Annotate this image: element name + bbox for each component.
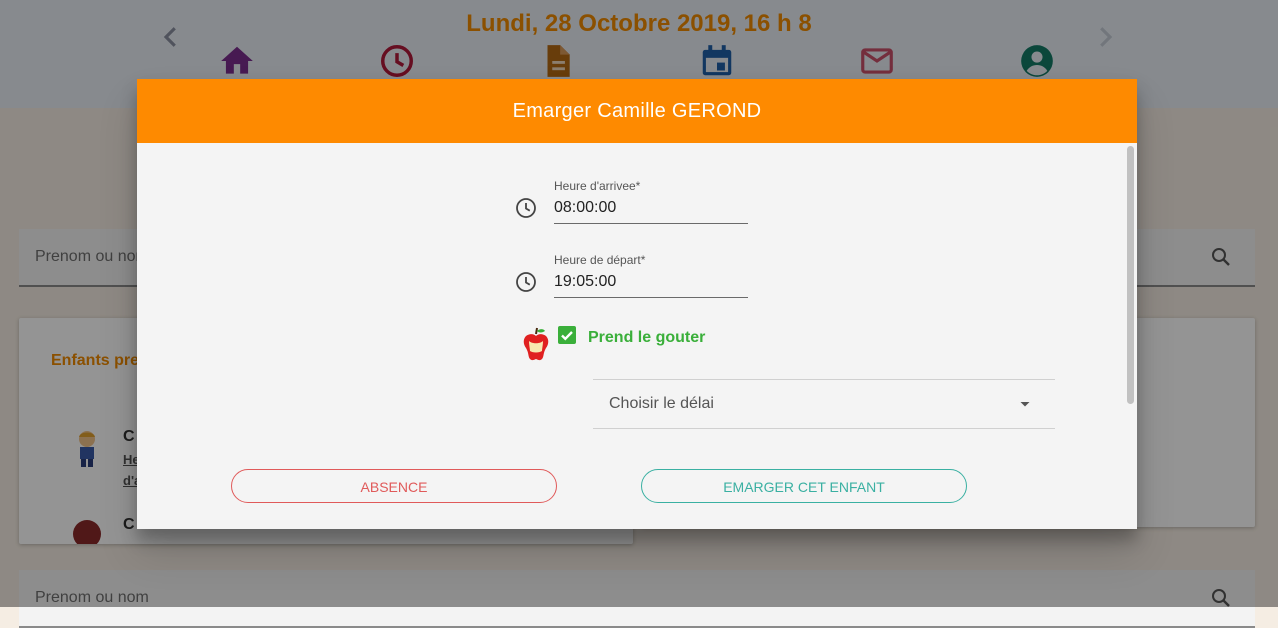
- clock-icon: [516, 198, 536, 218]
- snack-checkbox-label[interactable]: Prend le gouter: [588, 329, 705, 347]
- emarger-dialog: Emarger Camille GEROND Heure d'arrivee* …: [137, 79, 1137, 529]
- departure-time-label: Heure de départ*: [554, 253, 646, 267]
- departure-time-field[interactable]: Heure de départ* 19:05:00: [554, 253, 748, 298]
- delay-select[interactable]: Choisir le délai: [593, 379, 1055, 429]
- apple-icon: [523, 327, 549, 361]
- clock-icon: [516, 272, 536, 292]
- arrival-time-input[interactable]: 08:00:00: [554, 199, 748, 224]
- delay-select-placeholder: Choisir le délai: [609, 395, 714, 412]
- check-icon: [561, 331, 573, 341]
- dropdown-arrow-icon[interactable]: [1015, 394, 1035, 414]
- arrival-time-label: Heure d'arrivee*: [554, 179, 641, 193]
- dialog-title: Emarger Camille GEROND: [137, 79, 1137, 143]
- departure-time-input[interactable]: 19:05:00: [554, 273, 748, 298]
- dialog-scrollbar[interactable]: [1127, 146, 1134, 404]
- arrival-time-field[interactable]: Heure d'arrivee* 08:00:00: [554, 179, 748, 224]
- emarger-child-button[interactable]: Emarger cet enfant: [641, 469, 967, 503]
- absence-button[interactable]: Absence: [231, 469, 557, 503]
- snack-checkbox[interactable]: [558, 326, 576, 344]
